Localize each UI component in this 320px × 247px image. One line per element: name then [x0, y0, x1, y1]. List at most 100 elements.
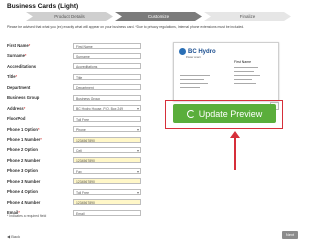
- field-label-text: Phone 3 Number: [7, 178, 41, 184]
- field-label: Title*: [7, 74, 17, 79]
- back-link[interactable]: ◀ Back: [7, 234, 20, 239]
- form-row: FloorPod Toll Free: [7, 114, 147, 124]
- field-label: Phone 1 Number*: [7, 137, 42, 142]
- required-marker: *: [15, 74, 18, 80]
- field-label: Department: [7, 85, 30, 90]
- refresh-icon: [186, 109, 195, 118]
- text-field[interactable]: Accreditations: [73, 63, 141, 70]
- field-label-text: Phone 2 Number: [7, 157, 41, 163]
- required-marker: *: [23, 105, 26, 111]
- form-row: Accreditations Accreditations: [7, 62, 147, 72]
- text-field[interactable]: 1234567890: [73, 178, 141, 185]
- logo-tagline: Power smart: [186, 56, 201, 59]
- form-row: Business Group Business Group: [7, 93, 147, 103]
- required-marker: *: [24, 53, 27, 59]
- form-row: Phone 3 Number 1234567890: [7, 177, 147, 187]
- card-line: [234, 75, 260, 77]
- field-label-text: Phone 3 Option: [7, 168, 38, 174]
- required-marker: *: [40, 136, 42, 142]
- required-field-note: * Indicates a required field: [7, 214, 47, 218]
- field-label: Phone 2 Option: [7, 147, 38, 152]
- field-label-text: Address: [7, 105, 24, 111]
- card-line: [180, 87, 200, 89]
- form-row: Phone 1 Number* 1234567890: [7, 135, 147, 145]
- form-row: Surname* Surname: [7, 51, 147, 61]
- bc-hydro-logo-icon: [179, 48, 186, 55]
- field-label-text: Surname: [7, 53, 25, 59]
- field-label-text: Phone 2 Option: [7, 147, 38, 153]
- logo-text: BC Hydro: [188, 48, 216, 55]
- field-label-text: Phone 4 Number: [7, 199, 41, 205]
- field-label-text: Phone 1 Number: [7, 136, 41, 142]
- form-row: Phone 4 Number 1234567890: [7, 198, 147, 208]
- tab-finalize[interactable]: Finalize: [204, 12, 291, 21]
- field-label: Phone 1 Option*: [7, 127, 40, 132]
- field-label: Business Group: [7, 95, 39, 100]
- card-line: [234, 67, 258, 69]
- field-label: Phone 2 Number: [7, 158, 40, 163]
- page: Business Cards (Light) Product Details C…: [0, 0, 307, 247]
- field-label-text: Department: [7, 84, 31, 90]
- field-label-text: FloorPod: [7, 116, 26, 122]
- tab-product-details[interactable]: Product Details: [26, 12, 113, 21]
- field-label: Accreditations: [7, 64, 36, 69]
- required-marker: *: [28, 43, 31, 48]
- annotation-arrow-icon: [230, 131, 240, 171]
- card-preview: BC Hydro Power smart First Name: [173, 42, 279, 101]
- text-field[interactable]: 1234567890: [73, 157, 141, 164]
- field-label: Phone 3 Option: [7, 168, 38, 173]
- card-details-form: First Name* First Name Surname* Surname Accr…: [7, 41, 147, 218]
- text-field[interactable]: Department: [73, 84, 141, 91]
- dropdown-field[interactable]: Fax: [73, 167, 141, 174]
- form-row: Phone 3 Option Fax: [7, 166, 147, 176]
- text-field[interactable]: Toll Free: [73, 115, 141, 122]
- card-line: [234, 71, 254, 73]
- next-button[interactable]: Next: [282, 231, 298, 239]
- text-field[interactable]: Business Group: [73, 94, 141, 101]
- form-row: Phone 1 Option* Phone: [7, 125, 147, 135]
- field-label: First Name*: [7, 43, 30, 48]
- update-preview-label: Update Preview: [198, 108, 263, 119]
- card-line: [180, 79, 204, 81]
- dropdown-field[interactable]: Cell: [73, 146, 141, 153]
- dropdown-field[interactable]: BC Hydro House, P.O. Box 249: [73, 105, 141, 112]
- form-row: Address* BC Hydro House, P.O. Box 249: [7, 104, 147, 114]
- card-preview-name: First Name: [234, 60, 252, 64]
- page-title: Business Cards (Light): [7, 3, 79, 10]
- form-row: Phone 2 Option Cell: [7, 145, 147, 155]
- field-label: FloorPod: [7, 116, 25, 121]
- field-label: Surname*: [7, 53, 27, 58]
- form-row: Phone 4 Option Toll Free: [7, 187, 147, 197]
- text-field[interactable]: 1234567890: [73, 199, 141, 206]
- card-line: [234, 83, 256, 85]
- update-preview-button[interactable]: Update Preview: [173, 104, 276, 123]
- field-label-text: Phone 1 Option: [7, 126, 38, 132]
- form-row: Phone 2 Number 1234567890: [7, 156, 147, 166]
- form-row: Department Department: [7, 83, 147, 93]
- instructions-text: Please be advised that what you (ex) exa…: [7, 25, 245, 29]
- card-line: [180, 83, 208, 85]
- field-label: Phone 3 Number: [7, 179, 40, 184]
- form-row: Title* Title: [7, 72, 147, 82]
- text-field[interactable]: First Name: [73, 42, 141, 49]
- card-line: [234, 79, 252, 81]
- text-field[interactable]: 1234567890: [73, 136, 141, 143]
- text-field[interactable]: Surname: [73, 53, 141, 60]
- field-label: Address*: [7, 106, 25, 111]
- field-label-text: First Name: [7, 43, 29, 48]
- form-row: First Name* First Name: [7, 41, 147, 51]
- bc-hydro-logo: BC Hydro: [179, 48, 216, 55]
- field-label-text: Accreditations: [7, 63, 37, 69]
- dropdown-field[interactable]: Toll Free: [73, 188, 141, 195]
- tab-customize[interactable]: Customize: [115, 12, 202, 21]
- dropdown-field[interactable]: Phone: [73, 126, 141, 133]
- field-label-text: Business Group: [7, 95, 40, 101]
- text-field[interactable]: Title: [73, 73, 141, 80]
- text-field[interactable]: Email: [73, 209, 141, 216]
- step-tabs: Product Details Customize Finalize: [26, 12, 291, 21]
- field-label-text: Title: [7, 74, 16, 80]
- card-line: [180, 75, 210, 77]
- required-marker: *: [37, 126, 40, 132]
- field-label-text: Phone 4 Option: [7, 189, 38, 195]
- field-label: Phone 4 Option: [7, 189, 38, 194]
